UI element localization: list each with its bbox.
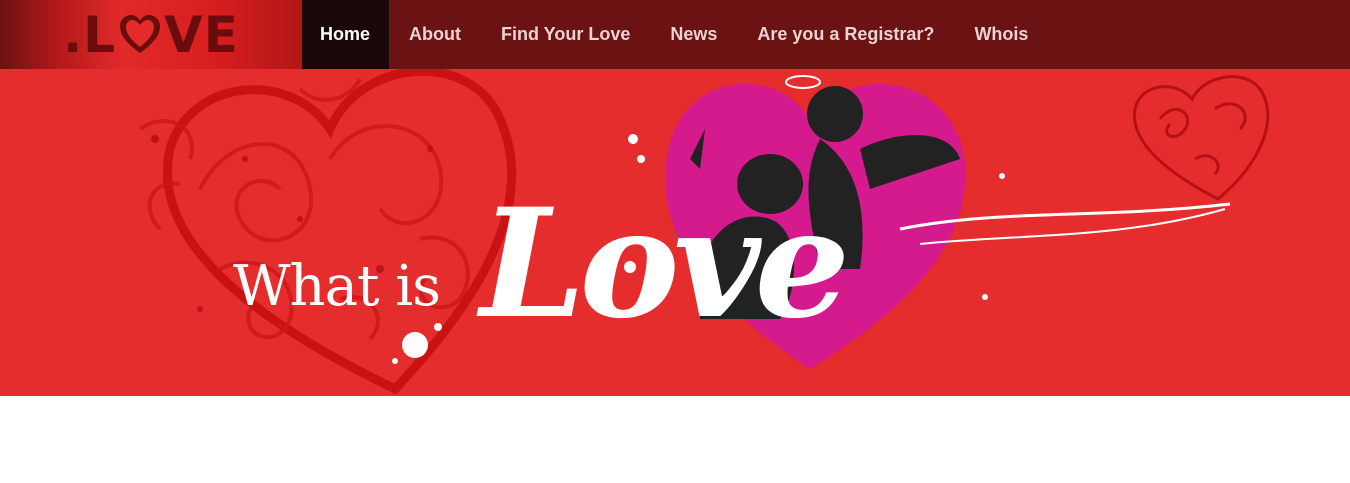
logo-wordmark: .L VE (63, 10, 239, 60)
swirl-heart-left-icon (163, 69, 517, 395)
nav-item-home[interactable]: Home (302, 0, 390, 69)
nav-item-about[interactable]: About (389, 0, 481, 69)
site-logo[interactable]: .L VE (0, 0, 302, 69)
nav-item-news[interactable]: News (650, 0, 737, 69)
swirl-heart-right-icon (1132, 75, 1270, 201)
top-navbar: .L VE Home About Find Your Love News Are… (0, 0, 1350, 69)
main-nav: Home About Find Your Love News Are you a… (302, 0, 1048, 69)
hero-banner: What is Love (0, 69, 1350, 396)
hero-heading: What is (233, 254, 441, 319)
heart-icon (120, 14, 160, 53)
nav-item-find-your-love[interactable]: Find Your Love (481, 0, 650, 69)
page-content (0, 396, 1350, 483)
hero-highlight: Love (480, 176, 850, 352)
logo-prefix: .L (63, 5, 116, 64)
nav-item-registrar[interactable]: Are you a Registrar? (737, 0, 954, 69)
logo-suffix: VE (164, 5, 239, 64)
nav-item-whois[interactable]: Whois (954, 0, 1048, 69)
